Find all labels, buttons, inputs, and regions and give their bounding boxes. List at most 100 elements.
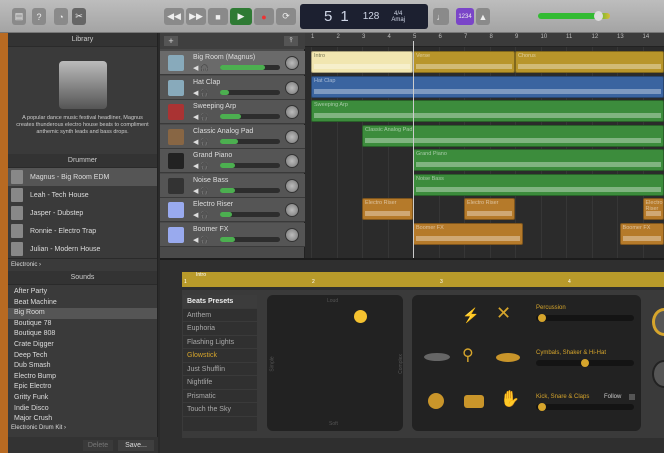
region[interactable]: Grand Piano [413,149,664,171]
mute-headphone-icons[interactable]: ◀ 🎧 [193,89,209,97]
genre-selector[interactable]: Electronic › [8,258,157,271]
track-volume-slider[interactable] [220,65,280,70]
drummer-item[interactable]: Julian - Modern House [8,240,157,258]
sound-item[interactable]: After Party [8,287,157,298]
mute-headphone-icons[interactable]: ◀ 🎧 [193,162,209,170]
percussion-slider[interactable] [536,314,634,322]
drummer-item[interactable]: Ronnie - Electro Trap [8,222,157,240]
region[interactable]: Classic Analog Pad [362,124,664,147]
mute-headphone-icons[interactable]: ◀ 🎧 [193,113,209,121]
sound-item[interactable]: Epic Electro [8,382,157,393]
snare-drum-icon[interactable] [464,395,484,408]
slider-thumb[interactable] [537,403,546,411]
count-in-button[interactable]: 1234 [456,8,474,25]
track-volume-slider[interactable] [220,163,280,168]
master-volume-thumb[interactable] [594,11,603,21]
metronome-icon[interactable]: ▲ [476,8,490,25]
region[interactable]: Boomer FX [413,222,523,245]
drummer-item[interactable]: Magnus - Big Room EDM [8,168,157,186]
track-volume-slider[interactable] [220,89,280,95]
track-header[interactable]: Grand Piano ◀ 🎧 [160,149,305,173]
region[interactable]: Verse [413,51,515,73]
library-icon[interactable]: ▤ [12,8,26,25]
kit-selector[interactable]: Electronic Drum Kit › [11,425,66,431]
region[interactable]: Electro Riser [362,198,413,220]
track-volume-slider[interactable] [220,236,280,242]
delete-button[interactable]: Delete [83,440,113,451]
mute-headphone-icons[interactable]: ◀ 🎧 [193,64,209,72]
sound-item[interactable]: Deep Tech [8,351,157,362]
region[interactable]: Electro Riser [464,198,515,220]
preset-item[interactable]: Flashing Lights [183,336,257,349]
smart-filter-icon[interactable]: ⫯ [284,36,298,46]
region[interactable]: Boomer FX [619,222,664,245]
preset-item[interactable]: Anthem [183,309,257,322]
sound-item[interactable]: Boutique 808 [8,329,157,340]
editors-icon[interactable]: ✂ [72,8,86,25]
preset-item[interactable]: Prismatic [183,390,257,403]
cymbal-icon[interactable] [496,353,520,362]
region[interactable]: Sweeping Arp [311,100,664,122]
kick-slider[interactable] [536,403,634,411]
help-icon[interactable]: ? [32,8,46,25]
track-header[interactable]: Boomer FX ◀ 🎧 [160,222,305,247]
preset-item[interactable]: Just Shufflin [183,363,257,376]
hihat-icon[interactable] [424,353,450,361]
shaker-icon[interactable]: ⚲ [462,345,474,365]
save-button[interactable]: Save... [118,440,154,451]
sound-item[interactable]: Electro Bump [8,372,157,383]
region[interactable]: Chorus [515,51,664,73]
record-button[interactable]: ● [254,8,274,25]
tuner-icon[interactable]: ♩ [433,8,449,25]
mute-headphone-icons[interactable]: ◀ 🎧 [193,187,209,195]
xy-pad[interactable]: Loud Soft Simple Complex [267,295,404,431]
pan-knob[interactable] [285,227,299,242]
mute-headphone-icons[interactable]: ◀ 🎧 [193,138,209,146]
master-volume-slider[interactable] [538,11,610,21]
fast-forward-button[interactable]: ▶▶ [186,8,206,25]
sound-item[interactable]: Gritty Funk [8,393,157,404]
play-button[interactable]: ▶ [230,8,252,25]
sound-item[interactable]: Beat Machine [8,298,157,309]
track-header[interactable]: Big Room (Magnus) ◀ 🎧 [160,51,305,75]
lcd-display[interactable]: 5 1 128 4/4 Amaj [300,4,428,29]
sound-item[interactable]: Boutique 78 [8,319,157,330]
mute-headphone-icons[interactable]: ◀ 🎧 [193,211,209,219]
slider-thumb[interactable] [581,359,589,367]
region[interactable]: Electro Riser [642,198,664,220]
track-header[interactable]: Noise Bass ◀ 🎧 [160,173,305,198]
pan-knob[interactable] [285,105,299,119]
sound-item[interactable]: Crate Digger [8,340,157,351]
cymbals-slider[interactable] [536,359,634,367]
region[interactable]: Intro [311,51,413,73]
pan-knob[interactable] [285,129,299,144]
sound-item[interactable]: Major Crush [8,414,157,425]
rewind-button[interactable]: ◀◀ [164,8,184,25]
preset-item[interactable]: Euphoria [183,322,257,336]
follow-checkbox[interactable] [629,394,635,400]
track-volume-slider[interactable] [220,212,280,217]
preset-item[interactable]: Glowstick [183,349,257,363]
pan-knob[interactable] [285,154,299,168]
track-volume-slider[interactable] [220,187,280,193]
sound-item[interactable]: Dub Smash [8,361,157,372]
pan-knob[interactable] [285,56,299,70]
lightning-icon[interactable]: ⚡ [462,307,479,324]
mute-headphone-icons[interactable]: ◀ 🎧 [193,236,209,244]
track-header[interactable]: Hat Clap ◀ 🎧 [160,75,305,100]
kick-drum-icon[interactable] [428,393,444,409]
track-header[interactable]: Classic Analog Pad ◀ 🎧 [160,124,305,149]
smart-controls-icon[interactable]: ◔ [54,8,68,25]
region[interactable]: Hat Clap [311,75,664,98]
xy-puck[interactable] [354,310,367,323]
track-header[interactable]: Electro Riser ◀ 🎧 [160,198,305,222]
tracks-area[interactable]: 1 2 3 4 5 6 7 8 9 10 11 12 13 14 Intro Verse Chorus Hat … [305,33,664,258]
drummer-item[interactable]: Jasper - Dubstep [8,204,157,222]
crossed-sticks-icon[interactable]: ✕ [496,303,511,324]
drummer-item[interactable]: Leah - Tech House [8,186,157,204]
clap-hand-icon[interactable]: ✋ [500,389,520,409]
add-track-button[interactable]: + [164,36,178,46]
track-header[interactable]: Sweeping Arp ◀ 🎧 [160,100,305,124]
stop-button[interactable]: ■ [208,8,228,25]
pan-knob[interactable] [285,178,299,193]
